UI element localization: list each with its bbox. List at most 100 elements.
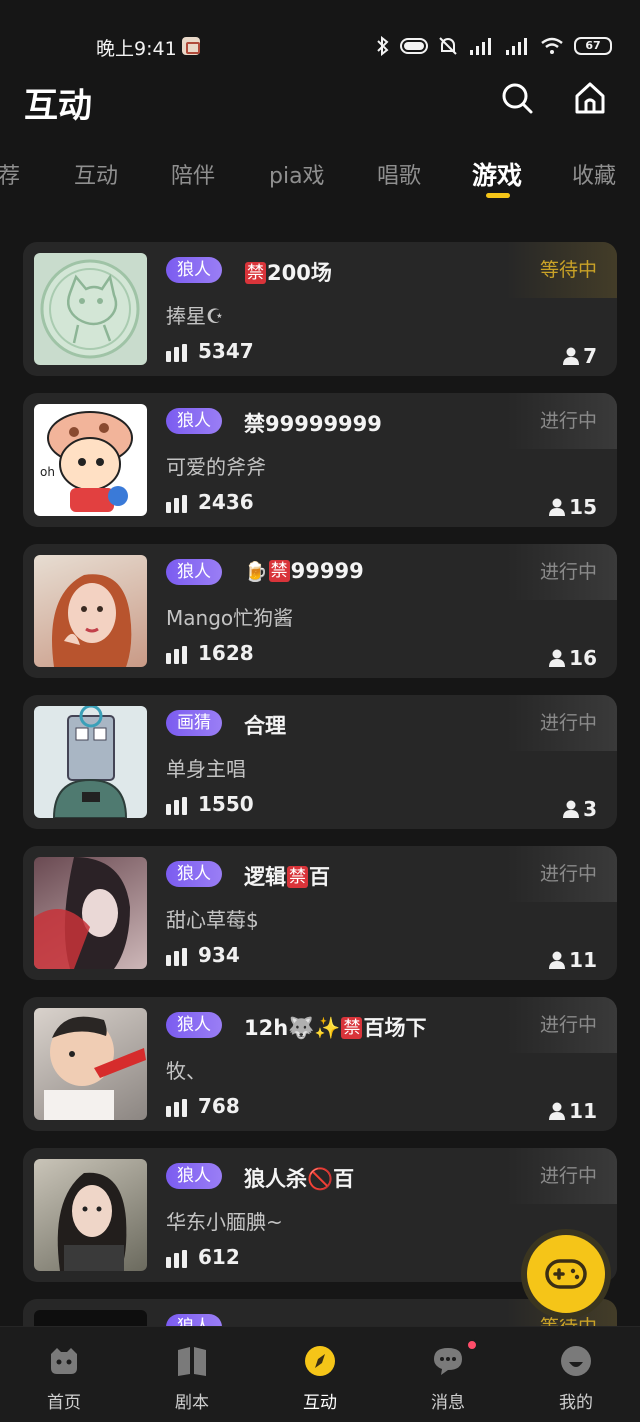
tab-favorites[interactable]: 收藏 — [572, 158, 616, 190]
people-number: 11 — [569, 1099, 597, 1123]
unread-dot — [466, 1339, 478, 1351]
room-tag: 狼人 — [166, 408, 222, 434]
people-count: 11 — [549, 948, 597, 972]
nav-messages[interactable]: 消息 — [384, 1327, 512, 1422]
nav-home[interactable]: 首页 — [0, 1327, 128, 1422]
host-name: 华东小腼腆~ — [166, 1210, 283, 1234]
baby-photo — [44, 1016, 146, 1120]
search-icon[interactable] — [499, 80, 535, 116]
girl-portrait-photo — [57, 1172, 127, 1271]
tab-sing[interactable]: 唱歌 — [377, 158, 421, 190]
room-name-suffix: 99999 — [290, 559, 364, 583]
nav-interact[interactable]: 互动 — [256, 1327, 384, 1422]
people-count: 15 — [549, 495, 597, 519]
room-cover — [34, 555, 147, 667]
room-card[interactable]: oh 狼人 禁99999999 可爱的斧斧 2436 进行中 15 — [23, 393, 617, 527]
heat-count: 612 — [198, 1245, 240, 1269]
room-name: 狼人杀🚫百 — [244, 1163, 354, 1193]
room-cover — [34, 706, 147, 818]
gamepad-icon — [545, 1259, 587, 1289]
room-name-prefix: 狼人杀🚫百 — [244, 1167, 355, 1191]
person-icon — [549, 649, 566, 667]
tab-interact[interactable]: 互动 — [74, 158, 118, 190]
room-name: 合理 — [244, 710, 286, 740]
room-tag: 狼人 — [166, 257, 222, 283]
room-status: 进行中 — [507, 997, 617, 1053]
notification-app-icon — [182, 37, 200, 55]
heat-bars-icon — [166, 1099, 187, 1117]
heat-bars-icon — [166, 797, 187, 815]
book-icon — [178, 1347, 206, 1376]
heat-bars-icon — [166, 495, 187, 513]
room-name-suffix: 200场 — [267, 261, 332, 285]
nav-profile[interactable]: 我的 — [512, 1327, 640, 1422]
signal-hd-2-icon — [506, 38, 527, 55]
person-icon — [549, 1102, 566, 1120]
host-name: 甜心草莓$ — [166, 908, 259, 932]
person-icon — [563, 800, 580, 818]
ban-badge: 禁 — [268, 560, 290, 582]
people-count: 3 — [563, 797, 597, 821]
room-status: 进行中 — [507, 544, 617, 600]
room-status: 进行中 — [507, 846, 617, 902]
people-number: 7 — [583, 344, 597, 368]
heat-count: 2436 — [198, 490, 254, 514]
room-name-prefix: 合理 — [244, 714, 286, 738]
room-cover — [34, 1008, 147, 1120]
create-game-room-button[interactable] — [521, 1229, 611, 1319]
person-icon — [549, 498, 566, 516]
host-name: 捧星☪ — [166, 304, 224, 328]
nav-script-label: 剧本 — [175, 1393, 209, 1413]
bell-off-icon — [439, 37, 457, 55]
people-count: 7 — [563, 344, 597, 368]
room-card[interactable]: 狼人 逻辑禁百 甜心草莓$ 934 进行中 11 — [23, 846, 617, 980]
page-title: 互动 — [24, 86, 92, 126]
status-bar: 晚上9:41 67 — [0, 0, 640, 92]
people-count: 16 — [549, 646, 597, 670]
room-card[interactable]: 画猜 合理 单身主唱 1550 进行中 3 — [23, 695, 617, 829]
room-status: 进行中 — [507, 393, 617, 449]
tab-companion[interactable]: 陪伴 — [171, 158, 215, 190]
heat-bars-icon — [166, 1250, 187, 1268]
room-name: 禁 200场 — [244, 257, 332, 287]
ban-badge: 禁 — [341, 1017, 363, 1039]
ban-badge: 禁 — [245, 262, 266, 284]
nav-profile-label: 我的 — [559, 1393, 593, 1413]
bottom-navigation: 首页 剧本 互动 消息 我的 — [0, 1326, 640, 1422]
room-name: 🍺 禁 99999 — [244, 559, 364, 583]
chat-bubble-icon — [434, 1348, 462, 1375]
heat-count: 1628 — [198, 641, 254, 665]
nav-script[interactable]: 剧本 — [128, 1327, 256, 1422]
room-tag: 狼人 — [166, 1163, 222, 1189]
bluetooth-icon — [377, 36, 389, 56]
room-tag: 狼人 — [166, 1012, 222, 1038]
room-cover — [34, 857, 147, 969]
heat-count: 934 — [198, 943, 240, 967]
room-name-suffix: 百 — [309, 865, 330, 889]
signal-hd-icon — [470, 38, 491, 55]
host-name: 可爱的斧斧 — [166, 455, 266, 479]
host-name: 单身主唱 — [166, 757, 246, 781]
room-card[interactable]: 狼人 12h🐺✨ 禁百场下 牧、 768 进行中 11 — [23, 997, 617, 1131]
tab-pia[interactable]: pia戏 — [269, 158, 325, 190]
room-name-suffix: 百场下 — [363, 1016, 427, 1040]
room-card[interactable]: 狼人 禁 200场 捧星☪ 5347 等待中 7 — [23, 242, 617, 376]
person-icon — [563, 347, 580, 365]
cat-stamp-image — [40, 259, 140, 359]
doodle-character-image — [52, 706, 128, 818]
tab-game[interactable]: 游戏 — [472, 156, 522, 192]
room-name-prefix: 逻辑 — [244, 865, 286, 889]
tab-recommend[interactable]: 荐 — [0, 158, 20, 190]
ban-badge: 禁 — [287, 866, 308, 888]
people-number: 3 — [583, 797, 597, 821]
game-controller-face-icon — [51, 1348, 77, 1374]
room-card[interactable]: 狼人 🍺 禁 99999 Mango忙狗酱 1628 进行中 16 — [23, 544, 617, 678]
svg-text:oh: oh — [40, 465, 55, 479]
people-number: 16 — [569, 646, 597, 670]
room-tag: 狼人 — [166, 861, 222, 887]
people-count: 11 — [549, 1099, 597, 1123]
room-tag: 画猜 — [166, 710, 222, 736]
home-icon[interactable] — [572, 80, 608, 116]
redhead-girl-photo — [52, 574, 132, 667]
room-cover: oh — [34, 404, 147, 516]
